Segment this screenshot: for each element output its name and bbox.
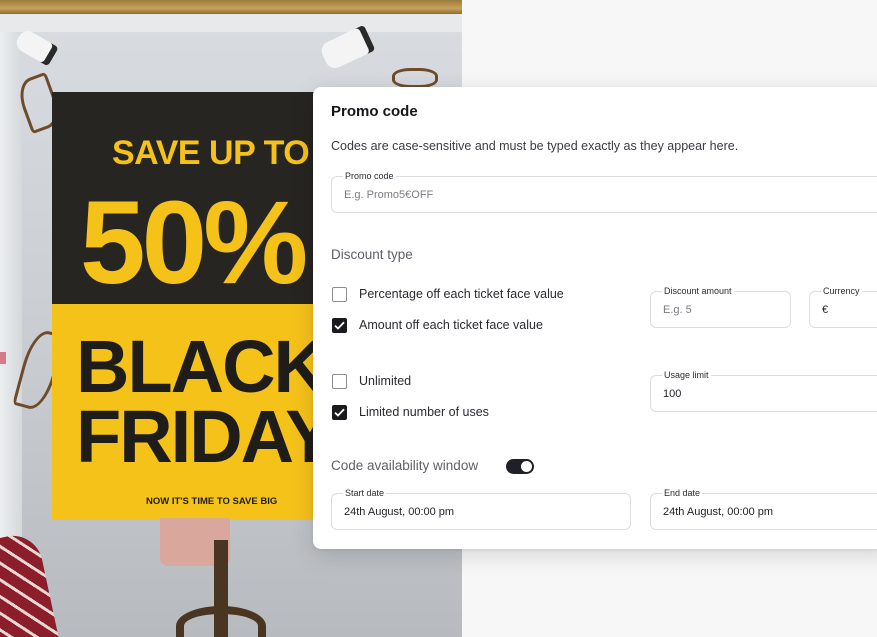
usage-option-limited[interactable]: Limited number of uses — [332, 403, 489, 421]
availability-heading: Code availability window — [331, 458, 479, 473]
toggle-knob — [521, 461, 532, 472]
poster-save-text: SAVE UP TO — [112, 134, 310, 172]
poster-percent-text: 50% — [80, 177, 308, 309]
promo-code-input[interactable] — [344, 177, 877, 212]
scarf — [0, 530, 59, 637]
ornament-decoration — [392, 68, 438, 88]
discount-amount-input[interactable] — [663, 292, 782, 327]
availability-toggle[interactable] — [506, 459, 534, 474]
discount-option-amount[interactable]: Amount off each ticket face value — [332, 316, 543, 334]
discount-option-label: Percentage off each ticket face value — [359, 287, 564, 301]
poster-friday-word: FRIDAY — [76, 395, 335, 479]
checkmark-icon — [334, 321, 345, 330]
checkmark-icon — [334, 408, 345, 417]
poster-black-word: BLACK — [76, 325, 327, 408]
currency-field: Currency — [809, 286, 877, 328]
discount-option-percentage[interactable]: Percentage off each ticket face value — [332, 285, 564, 303]
promo-code-field: Promo code — [331, 171, 877, 213]
start-date-field: Start date — [331, 488, 631, 530]
poster-black-friday-text: BLACK FRIDAY — [76, 325, 335, 479]
usage-option-label: Limited number of uses — [359, 405, 489, 419]
decoration — [0, 352, 6, 364]
end-date-field: End date — [650, 488, 877, 530]
mannequin-stand-base — [176, 606, 266, 637]
usage-limit-field: Usage limit — [650, 370, 877, 412]
checkbox-unchecked[interactable] — [332, 373, 347, 389]
discount-option-label: Amount off each ticket face value — [359, 318, 543, 332]
discount-type-heading: Discount type — [331, 247, 413, 262]
checkbox-checked[interactable] — [332, 317, 347, 333]
start-date-input[interactable] — [344, 494, 622, 529]
card-description: Codes are case-sensitive and must be typ… — [331, 139, 739, 153]
discount-amount-field: Discount amount — [650, 286, 791, 328]
checkbox-unchecked[interactable] — [332, 286, 347, 302]
promo-code-card: Promo code Codes are case-sensitive and … — [313, 87, 877, 549]
shop-window-beam — [0, 0, 462, 14]
card-title: Promo code — [331, 103, 418, 120]
usage-option-unlimited[interactable]: Unlimited — [332, 372, 411, 390]
end-date-input[interactable] — [663, 494, 877, 529]
currency-input[interactable] — [822, 292, 877, 327]
shop-window-rail — [0, 14, 462, 32]
usage-option-label: Unlimited — [359, 374, 412, 388]
usage-limit-input[interactable] — [663, 376, 877, 411]
checkbox-checked[interactable] — [332, 404, 347, 420]
poster-tagline: NOW IT'S TIME TO SAVE BIG — [146, 496, 278, 507]
